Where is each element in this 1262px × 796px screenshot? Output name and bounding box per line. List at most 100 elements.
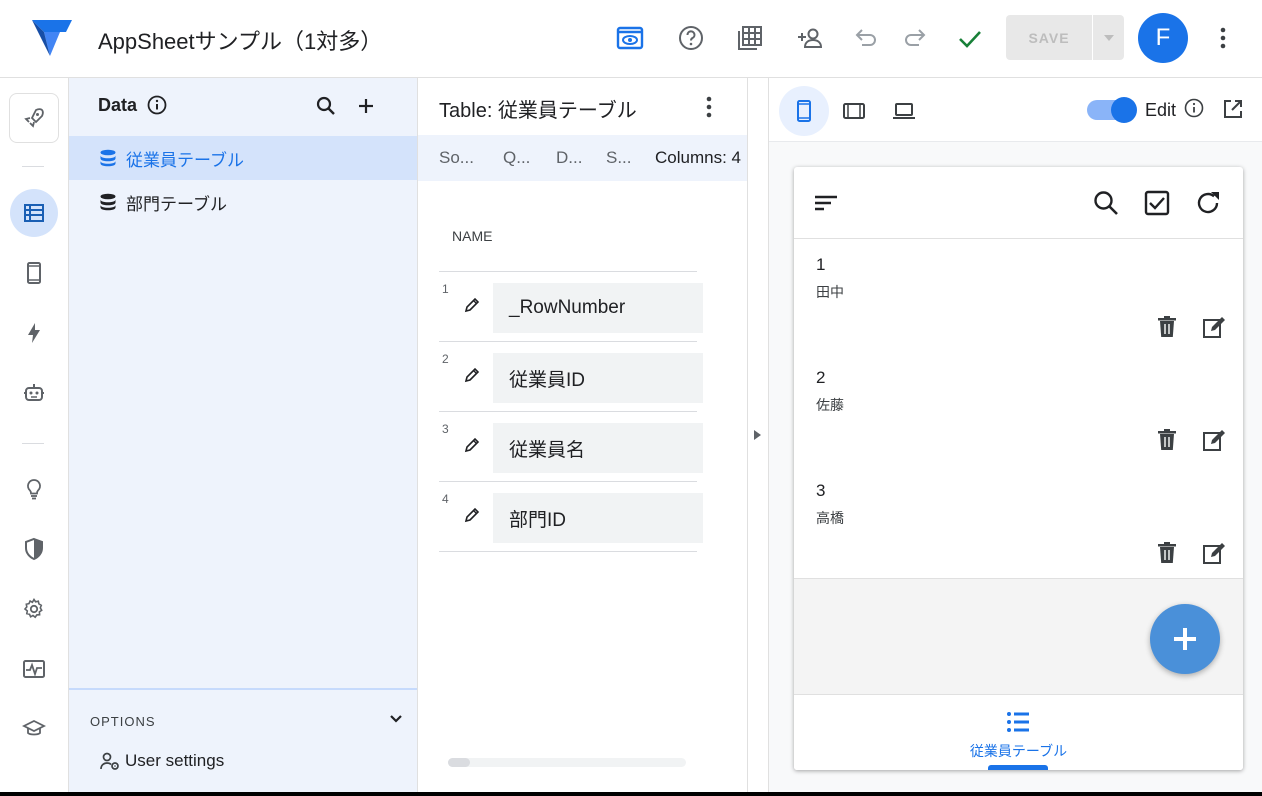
account-avatar[interactable]: F — [1138, 13, 1188, 63]
preview-toolbar: Edit — [769, 78, 1262, 142]
search-icon[interactable] — [1092, 189, 1120, 217]
info-icon[interactable] — [1184, 98, 1204, 118]
more-vert-icon[interactable] — [1206, 21, 1240, 55]
data-table-item[interactable]: 従業員テーブル — [69, 136, 417, 180]
checkbox-select-icon[interactable] — [1143, 189, 1171, 217]
row-divider — [439, 271, 697, 272]
scrollbar-thumb[interactable] — [448, 758, 470, 767]
options-label: OPTIONS — [90, 714, 156, 729]
record-id: 3 — [816, 481, 826, 500]
list-item[interactable]: 2 佐藤 — [794, 352, 1243, 466]
trash-delete-icon[interactable] — [1156, 428, 1178, 452]
monitor-pulse-icon[interactable] — [10, 645, 58, 693]
pencil-edit-icon[interactable] — [462, 505, 482, 525]
gear-settings-icon[interactable] — [10, 585, 58, 633]
bot-automation-icon[interactable] — [10, 369, 58, 417]
phone-views-icon[interactable] — [10, 249, 58, 297]
add-table-icon[interactable] — [354, 94, 378, 118]
database-icon — [100, 193, 116, 211]
bolt-actions-icon[interactable] — [10, 309, 58, 357]
left-nav-rail — [0, 78, 69, 792]
save-dropdown-button[interactable] — [1093, 15, 1124, 60]
tab-q[interactable]: Q... — [503, 148, 530, 168]
pencil-edit-icon[interactable] — [462, 295, 482, 315]
check-icon[interactable] — [953, 21, 987, 55]
edit-label: Edit — [1145, 100, 1177, 120]
column-header-name: NAME — [452, 228, 493, 244]
shield-security-icon[interactable] — [10, 525, 58, 573]
nav-active-indicator — [988, 765, 1048, 770]
app-title: AppSheetサンプル（1対多） — [98, 29, 383, 54]
tab-source[interactable]: So... — [439, 148, 474, 168]
user-settings-link[interactable]: User settings — [99, 750, 224, 772]
tab-s[interactable]: S... — [606, 148, 632, 168]
appsheet-logo[interactable] — [30, 18, 74, 58]
collapse-arrow-icon[interactable] — [750, 426, 764, 444]
row-number: 4 — [442, 492, 449, 506]
trash-delete-icon[interactable] — [1156, 315, 1178, 339]
column-name-field[interactable]: 従業員名 — [493, 423, 703, 473]
row-divider — [439, 341, 697, 342]
rail-divider — [22, 166, 44, 167]
undo-icon[interactable] — [849, 21, 883, 55]
add-record-button[interactable] — [1150, 604, 1220, 674]
options-section: OPTIONS User settings — [69, 688, 417, 792]
user-gear-icon — [100, 752, 119, 770]
data-table-icon[interactable] — [10, 189, 58, 237]
data-table-item[interactable]: 部門テーブル — [69, 180, 417, 224]
add-person-icon[interactable] — [793, 21, 827, 55]
help-icon[interactable] — [674, 21, 708, 55]
column-name-field[interactable]: _RowNumber — [493, 283, 703, 333]
phone-emulator: 1 田中 2 佐藤 3 高橋 従業員テーブル — [794, 167, 1243, 770]
redo-icon[interactable] — [898, 21, 932, 55]
nav-tab-label[interactable]: 従業員テーブル — [794, 741, 1243, 761]
tablet-device-icon[interactable] — [829, 86, 879, 136]
more-vert-icon[interactable] — [698, 94, 720, 120]
record-name: 佐藤 — [816, 397, 844, 413]
list-view-icon[interactable] — [1005, 709, 1031, 735]
horizontal-scrollbar[interactable] — [448, 758, 686, 767]
desktop-device-icon[interactable] — [879, 86, 929, 136]
table-label: 従業員テーブル — [126, 150, 244, 170]
record-id: 2 — [816, 368, 826, 387]
learn-school-icon[interactable] — [10, 705, 58, 753]
top-bar: AppSheetサンプル（1対多） SAVE F — [0, 0, 1262, 78]
table-tabs: So... Q... D... S... Columns: 4 — [418, 135, 747, 181]
list-item[interactable]: 1 田中 — [794, 239, 1243, 353]
plus-icon — [1174, 628, 1196, 650]
row-number: 3 — [442, 422, 449, 436]
mobile-device-icon[interactable] — [779, 86, 829, 136]
preview-eye-icon[interactable] — [613, 21, 647, 55]
data-panel-title: Data — [98, 95, 138, 115]
column-name-field[interactable]: 従業員ID — [493, 353, 703, 403]
search-icon[interactable] — [315, 95, 337, 117]
table-title: Table: 従業員テーブル — [439, 100, 637, 122]
row-divider — [439, 551, 697, 552]
open-external-icon[interactable] — [1222, 98, 1244, 120]
sort-icon[interactable] — [812, 189, 840, 217]
list-item[interactable]: 3 高橋 — [794, 465, 1243, 579]
pencil-edit-icon[interactable] — [462, 365, 482, 385]
edit-record-icon[interactable] — [1202, 541, 1226, 565]
table-label: 部門テーブル — [126, 194, 227, 214]
rocket-icon[interactable] — [9, 93, 59, 143]
info-icon[interactable] — [147, 95, 167, 115]
toggle-knob — [1111, 97, 1137, 123]
edit-record-icon[interactable] — [1202, 428, 1226, 452]
trash-delete-icon[interactable] — [1156, 541, 1178, 565]
tab-columns[interactable]: Columns: 4 — [655, 148, 741, 168]
refresh-icon[interactable] — [1194, 189, 1222, 217]
edit-mode-toggle[interactable] — [1087, 97, 1137, 123]
save-button[interactable]: SAVE — [1006, 15, 1092, 60]
edit-record-icon[interactable] — [1202, 315, 1226, 339]
table-detail-panel: Table: 従業員テーブル So... Q... D... S... Colu… — [418, 78, 748, 792]
column-name-field[interactable]: 部門ID — [493, 493, 703, 543]
grid-table-icon[interactable] — [733, 21, 767, 55]
app-toolbar — [794, 167, 1243, 239]
tab-d[interactable]: D... — [556, 148, 582, 168]
lightbulb-icon[interactable] — [10, 465, 58, 513]
app-preview-panel: Edit 1 田中 2 佐藤 3 高橋 従業員テーブル — [768, 78, 1262, 792]
chevron-down-icon[interactable] — [387, 710, 405, 728]
pencil-edit-icon[interactable] — [462, 435, 482, 455]
bottom-nav: 従業員テーブル — [794, 694, 1243, 770]
